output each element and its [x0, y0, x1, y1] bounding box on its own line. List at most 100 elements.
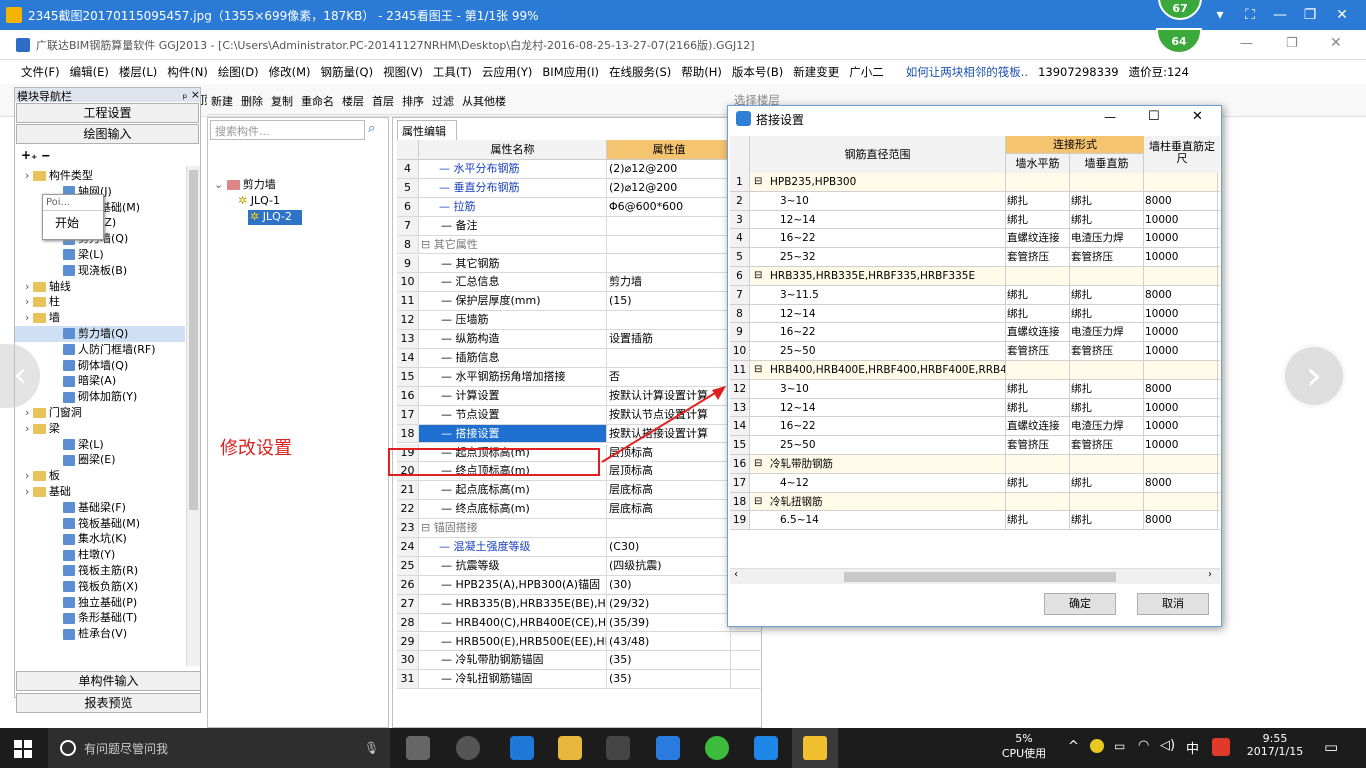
lap-setting-row[interactable]: 6 HRB335,HRB335E,HRBF335,HRBF335E ⊟ [730, 267, 1220, 286]
collapse-icon[interactable]: ⊟ [754, 493, 762, 511]
popup-start-item[interactable]: 开始 [43, 210, 103, 234]
wall-vertical-connection[interactable]: 绑扎 [1070, 191, 1144, 210]
ime-indicator[interactable]: 中 [1186, 738, 1199, 757]
property-row[interactable]: 30— 冷轧带肋钢筋锚固 (35) [397, 651, 763, 671]
minimize-icon[interactable]: — [1266, 4, 1294, 26]
property-row[interactable]: 29— HRB500(E),HRB500E(EE),HRBF(43/48) [397, 632, 763, 652]
search-icon[interactable]: ⌕ [368, 121, 375, 136]
chevron-right-icon[interactable]: › [25, 469, 33, 482]
property-row[interactable]: 9— 其它钢筋 [397, 254, 763, 274]
fixed-length[interactable]: 8000 [1144, 285, 1218, 304]
property-row[interactable]: 21— 起点底标高(m) 层底标高 [397, 481, 763, 501]
single-component-input-button[interactable]: 单构件输入 [16, 671, 201, 691]
property-value[interactable]: (C30) [607, 538, 731, 556]
chevron-right-icon[interactable]: › [25, 406, 33, 419]
lap-setting-row[interactable]: 3 12~14 绑扎 绑扎 10000 [730, 210, 1220, 230]
wall-vertical-connection[interactable] [1070, 492, 1144, 511]
app-close-icon[interactable]: ✕ [1330, 35, 1342, 51]
active-app-tab[interactable] [792, 728, 838, 768]
wall-vertical-connection[interactable]: 绑扎 [1070, 398, 1144, 417]
tree-item[interactable]: 集水坑(K) [15, 531, 185, 547]
wall-horizontal-connection[interactable]: 绑扎 [1006, 191, 1070, 210]
wall-horizontal-connection[interactable]: 绑扎 [1006, 304, 1070, 323]
fixed-length[interactable]: 10000 [1144, 436, 1218, 454]
property-row[interactable]: 8 ⊟ 其它属性 [397, 235, 763, 255]
property-row[interactable]: 5— 垂直分布钢筋 (2)⌀12@200 [397, 178, 763, 198]
wall-vertical-connection[interactable]: 套管挤压 [1070, 436, 1144, 454]
chevron-right-icon[interactable]: › [25, 280, 33, 293]
add-remove-icon[interactable]: +₊ ‒ [21, 148, 50, 162]
subtoolbar-button[interactable]: 删除 [237, 93, 267, 109]
subtoolbar-button[interactable]: 从其他楼 [458, 93, 510, 109]
subtoolbar-button[interactable]: 过滤 [428, 93, 458, 109]
wall-vertical-connection[interactable]: 绑扎 [1070, 511, 1144, 530]
subtoolbar-button[interactable]: 首层 [368, 93, 398, 109]
tree-item[interactable]: 砌体加筋(Y) [15, 389, 185, 405]
tree-item[interactable]: 桩承台(V) [15, 626, 185, 642]
fixed-length[interactable]: 10000 [1144, 248, 1218, 266]
chevron-up-icon[interactable]: ^ [1068, 739, 1079, 754]
tree-item[interactable]: 独立基础(P) [15, 595, 185, 611]
subtoolbar-button[interactable]: 重命名 [297, 93, 338, 109]
menu-item[interactable]: 修改(M) [264, 64, 316, 80]
wall-vertical-connection[interactable] [1070, 361, 1144, 379]
menu-item[interactable]: 新建变更 [788, 64, 844, 80]
restore-icon[interactable]: ❐ [1296, 4, 1324, 26]
menu-item[interactable]: 构件(N) [162, 64, 213, 80]
wifi-icon[interactable]: ◠ [1138, 738, 1149, 753]
fixed-length[interactable]: 10000 [1144, 210, 1218, 229]
tree-item[interactable]: 剪力墙(Q) [15, 325, 185, 342]
wall-horizontal-connection[interactable]: 直螺纹连接 [1006, 229, 1070, 248]
chevron-right-icon[interactable]: › [25, 422, 33, 435]
tree-folder[interactable]: › 构件类型 [15, 168, 185, 184]
lap-setting-row[interactable]: 16 冷轧带肋钢筋 ⊟ [730, 455, 1220, 474]
lap-setting-row[interactable]: 8 12~14 绑扎 绑扎 10000 [730, 304, 1220, 324]
wall-horizontal-connection[interactable]: 直螺纹连接 [1006, 417, 1070, 436]
tree-folder[interactable]: › 基础 [15, 484, 185, 500]
tree-item[interactable]: 梁(L) [15, 437, 185, 453]
fixed-length[interactable]: 8000 [1144, 191, 1218, 210]
wall-horizontal-connection[interactable]: 绑扎 [1006, 473, 1070, 492]
property-row[interactable]: 27— HRB335(B),HRB335E(BE),HRBF(29/32) [397, 594, 763, 614]
property-row[interactable]: 14— 插筋信息 [397, 349, 763, 368]
tree-item[interactable]: 砌体墙(Q) [15, 358, 185, 374]
tree-item[interactable]: 筏板负筋(X) [15, 579, 185, 595]
menu-item[interactable]: BIM应用(I) [537, 64, 604, 80]
fixed-length[interactable]: 10000 [1144, 417, 1218, 436]
lap-setting-row[interactable]: 12 3~10 绑扎 绑扎 8000 [730, 379, 1220, 399]
wall-vertical-connection[interactable]: 电渣压力焊 [1070, 323, 1144, 342]
menu-item[interactable]: 楼层(L) [114, 64, 162, 80]
property-value[interactable] [607, 519, 731, 537]
property-row[interactable]: 13— 纵筋构造 设置插筋 [397, 330, 763, 349]
property-row[interactable]: 12— 压墙筋 [397, 311, 763, 331]
property-value[interactable]: (35) [607, 670, 731, 689]
lap-setting-row[interactable]: 5 25~32 套管挤压 套管挤压 10000 [730, 248, 1220, 267]
collapse-icon[interactable]: ⊟ [754, 361, 762, 379]
wall-vertical-connection[interactable] [1070, 173, 1144, 191]
edge-icon[interactable] [510, 736, 534, 760]
component-item[interactable]: ✲ JLQ-1 [238, 194, 280, 207]
lap-setting-row[interactable]: 1 HPB235,HPB300 ⊟ [730, 173, 1220, 192]
property-value[interactable]: (29/32) [607, 594, 731, 613]
wall-vertical-connection[interactable]: 绑扎 [1070, 285, 1144, 304]
lap-setting-row[interactable]: 19 6.5~14 绑扎 绑扎 8000 [730, 511, 1220, 531]
tree-item[interactable]: 条形基础(T) [15, 610, 185, 626]
property-value[interactable] [607, 235, 731, 254]
collapse-icon[interactable]: ⊟ [754, 267, 762, 285]
property-value[interactable]: 层底标高 [607, 500, 731, 519]
file-explorer-icon[interactable] [558, 736, 582, 760]
wall-horizontal-connection[interactable]: 套管挤压 [1006, 248, 1070, 266]
drawing-input-button[interactable]: 绘图输入 [16, 124, 199, 144]
dialog-close-icon[interactable]: ✕ [1192, 109, 1203, 124]
app-minimize-icon[interactable]: — [1240, 36, 1253, 51]
property-value[interactable]: (四级抗震) [607, 556, 731, 575]
app-icon[interactable] [754, 736, 778, 760]
fixed-length[interactable] [1144, 267, 1218, 285]
tree-item[interactable]: 人防门框墙(RF) [15, 342, 185, 358]
chevron-right-icon[interactable]: › [25, 295, 33, 308]
property-row[interactable]: 25— 抗震等级 (四级抗震) [397, 556, 763, 576]
tree-item[interactable]: 筏板基础(M) [15, 516, 185, 532]
store-icon[interactable] [606, 736, 630, 760]
close-icon[interactable]: ✕ [1328, 4, 1356, 26]
wall-horizontal-connection[interactable]: 直螺纹连接 [1006, 323, 1070, 342]
